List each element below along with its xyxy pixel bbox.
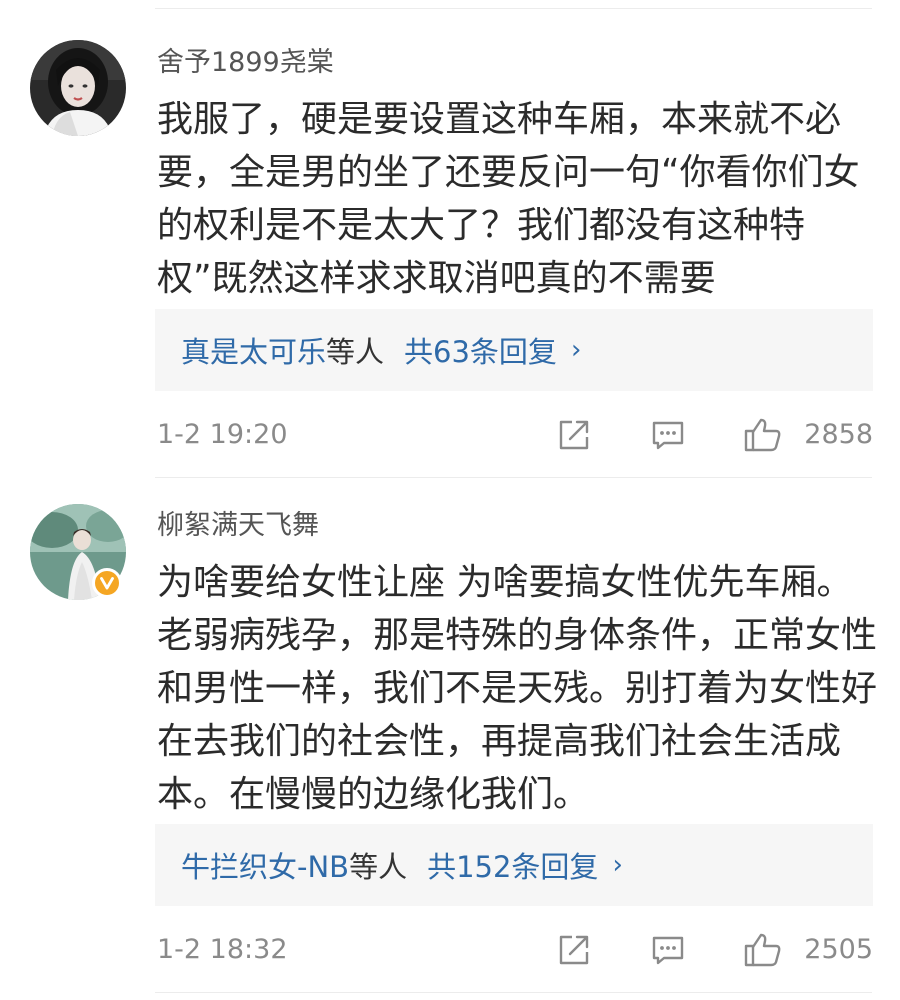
comment-icon[interactable] bbox=[650, 932, 686, 968]
like-count: 2858 bbox=[804, 419, 873, 450]
comment-divider bbox=[155, 992, 872, 993]
reply-count-link[interactable]: 共63条回复 bbox=[404, 329, 557, 371]
reply-count-link[interactable]: 共152条回复 bbox=[427, 844, 598, 886]
comment-divider bbox=[155, 477, 872, 478]
share-icon[interactable] bbox=[556, 932, 592, 968]
thumbs-up-icon[interactable] bbox=[743, 417, 783, 453]
timestamp: 1-2 18:32 bbox=[157, 934, 288, 965]
reply-users-suffix: 等人 bbox=[326, 335, 385, 369]
reply-summary[interactable]: 真是太可乐 等人 共63条回复 › bbox=[155, 309, 873, 391]
username[interactable]: 柳絮满天飞舞 bbox=[157, 509, 319, 543]
like-count: 2505 bbox=[804, 934, 873, 965]
username[interactable]: 舍予1899尧棠 bbox=[157, 46, 334, 80]
reply-users-link[interactable]: 牛拦织女-NB bbox=[181, 844, 349, 886]
comment-text: 我服了，硬是要设置这种车厢，本来就不必要，全是男的坐了还要反问一句“你看你们女的… bbox=[157, 99, 860, 299]
reply-users-link[interactable]: 真是太可乐 bbox=[181, 329, 326, 371]
comment-actions: 1-2 18:32 2505 bbox=[155, 930, 873, 970]
timestamp: 1-2 19:20 bbox=[157, 419, 288, 450]
top-divider bbox=[155, 8, 872, 9]
comment-text: 为啥要给女性让座 为啥要搞女性优先车厢。老弱病残孕，那是特殊的身体条件，正常女性… bbox=[157, 562, 878, 815]
chevron-right-icon: › bbox=[570, 335, 582, 365]
thumbs-up-icon[interactable] bbox=[743, 932, 783, 968]
chevron-right-icon: › bbox=[612, 850, 623, 880]
reply-users-suffix: 等人 bbox=[349, 850, 408, 884]
verified-badge-icon bbox=[92, 568, 122, 598]
comment-icon[interactable] bbox=[650, 417, 686, 453]
user-avatar[interactable] bbox=[30, 40, 126, 136]
share-icon[interactable] bbox=[556, 417, 592, 453]
comment-actions: 1-2 19:20 2858 bbox=[155, 415, 873, 455]
reply-summary[interactable]: 牛拦织女-NB 等人 共152条回复 › bbox=[155, 824, 873, 906]
